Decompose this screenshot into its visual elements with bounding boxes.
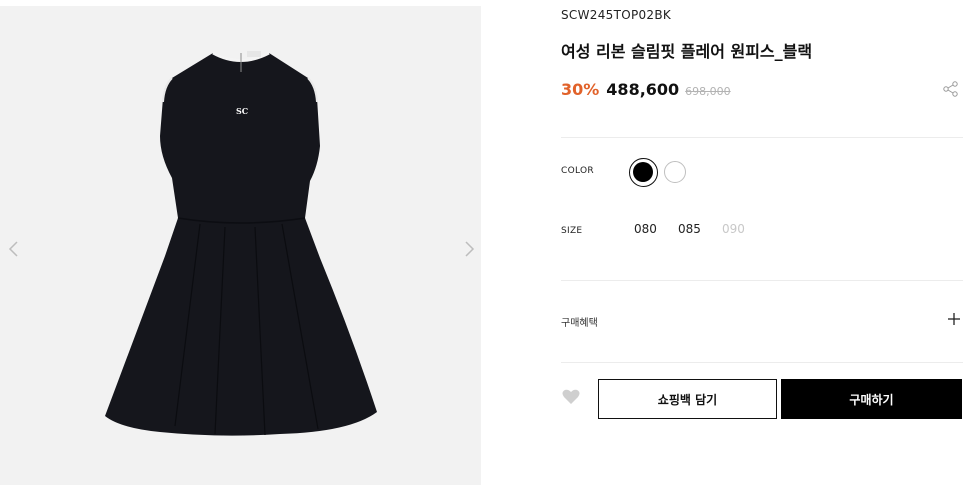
size-label: SIZE — [561, 226, 583, 236]
dress-product-image — [105, 51, 377, 436]
product-title: 여성 리본 슬림핏 플레어 원피스_블랙 — [561, 42, 813, 61]
original-price: 698,000 — [685, 85, 731, 98]
buy-now-button[interactable]: 구매하기 — [781, 379, 962, 419]
divider — [561, 362, 963, 363]
product-sku: SCW245TOP02BK — [561, 8, 672, 22]
size-option-090: 090 — [722, 222, 745, 236]
plus-icon — [948, 313, 960, 325]
share-icon — [943, 81, 958, 97]
price-row: 30% 488,600 698,000 — [561, 80, 731, 99]
gallery-next-button[interactable] — [459, 234, 479, 264]
wishlist-button[interactable] — [561, 387, 581, 407]
color-label: COLOR — [561, 166, 594, 176]
size-option-080[interactable]: 080 — [634, 222, 657, 236]
product-image-gallery: SC — [0, 6, 481, 485]
gallery-prev-button[interactable] — [4, 234, 24, 264]
divider — [561, 137, 963, 138]
add-to-bag-button[interactable]: 쇼핑백 담기 — [598, 379, 777, 419]
sale-price: 488,600 — [606, 80, 680, 99]
heart-icon — [562, 389, 580, 404]
benefits-expand-button[interactable] — [947, 311, 961, 325]
share-button[interactable] — [942, 80, 960, 98]
discount-rate: 30% — [561, 80, 600, 99]
size-option-085[interactable]: 085 — [678, 222, 701, 236]
color-swatch-black[interactable] — [629, 158, 658, 187]
dress-logo-text: SC — [236, 106, 249, 116]
chevron-left-icon — [8, 241, 18, 257]
color-swatch-white[interactable] — [664, 161, 686, 183]
chevron-right-icon — [465, 241, 475, 257]
purchase-benefits-label[interactable]: 구매혜택 — [561, 314, 598, 329]
divider — [561, 280, 963, 281]
product-info-panel: SCW245TOP02BK 여성 리본 슬림핏 플레어 원피스_블랙 30% 4… — [561, 0, 963, 485]
